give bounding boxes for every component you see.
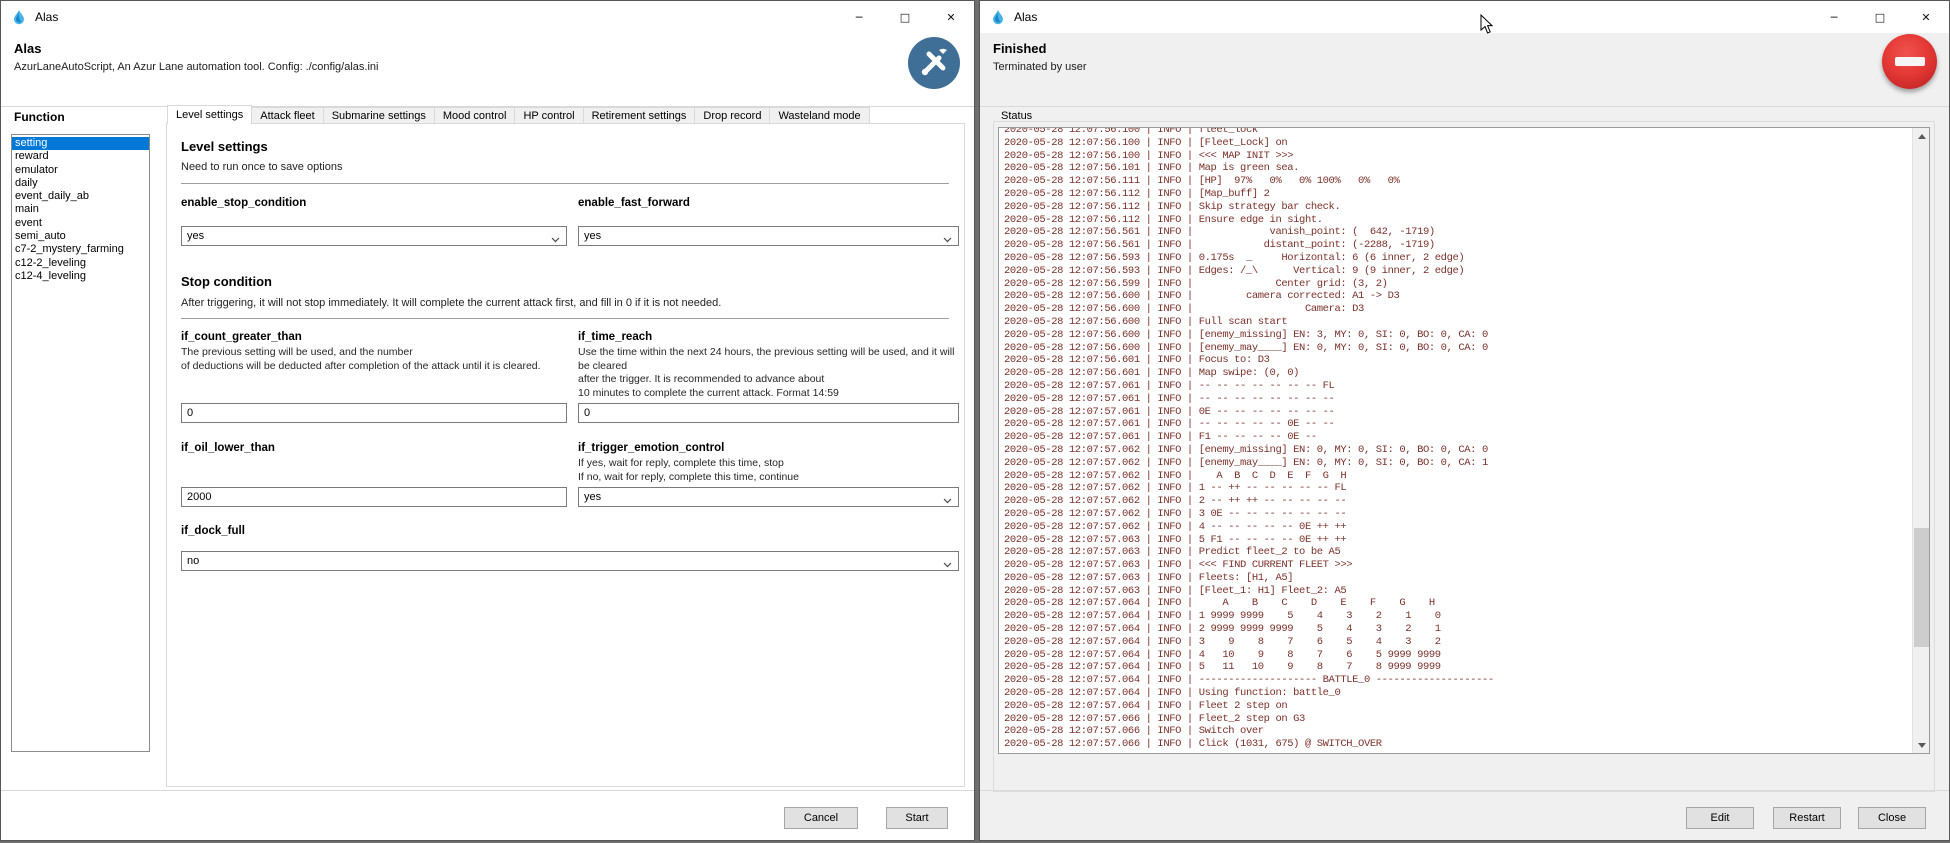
if-trigger-emotion-control-select[interactable]: yes	[578, 487, 959, 507]
section-divider	[181, 183, 949, 184]
tab-7[interactable]: Wasteland mode	[769, 107, 869, 124]
chevron-down-icon	[943, 234, 952, 246]
titlebar[interactable]: Alas ─ □ ✕	[980, 1, 1949, 33]
window-controls: ─ □ ✕	[1811, 1, 1949, 33]
function-list-item-9[interactable]: c12-2_leveling	[12, 257, 149, 270]
function-panel-label: Function	[14, 110, 65, 124]
section-title: Level settings	[181, 139, 268, 154]
close-icon: ✕	[1921, 11, 1930, 24]
maximize-icon: □	[900, 11, 910, 24]
tab-3[interactable]: Mood control	[434, 107, 516, 124]
minimize-icon: ─	[856, 11, 863, 24]
if-count-greater-than-label: if_count_greater_than	[181, 331, 302, 343]
section-note: Need to run once to save options	[181, 161, 342, 173]
window-title: Alas	[35, 10, 58, 24]
function-list-item-4[interactable]: event_daily_ab	[12, 190, 149, 203]
enable-fast-forward-label: enable_fast_forward	[578, 197, 690, 209]
status-log[interactable]: 2020-05-28 12:07:56.100 | INFO | fleet_l…	[1004, 127, 1911, 751]
run-state-subtitle: Terminated by user	[993, 61, 1087, 73]
page-title: Alas	[14, 41, 41, 56]
stop-sign-icon	[1882, 34, 1937, 89]
minimize-button[interactable]: ─	[1811, 1, 1857, 33]
if-dock-full-select[interactable]: no	[181, 551, 959, 571]
window-controls: ─ □ ✕	[836, 1, 974, 33]
scrollbar-thumb[interactable]	[1914, 528, 1929, 647]
enable-stop-condition-label: enable_stop_condition	[181, 197, 306, 209]
tab-6[interactable]: Drop record	[694, 107, 770, 124]
maximize-icon: □	[1875, 11, 1885, 24]
if-trigger-emotion-control-label: if_trigger_emotion_control	[578, 442, 724, 454]
if-trigger-emotion-control-value: yes	[584, 491, 601, 503]
if-count-greater-than-input[interactable]	[181, 403, 567, 423]
scroll-down-icon[interactable]	[1913, 737, 1930, 753]
restart-button[interactable]: Restart	[1773, 807, 1841, 829]
function-list-item-3[interactable]: daily	[12, 177, 149, 190]
function-list-item-0[interactable]: setting	[12, 137, 149, 150]
page-subtitle: AzurLaneAutoScript, An Azur Lane automat…	[14, 61, 378, 73]
tab-1[interactable]: Attack fleet	[251, 107, 323, 124]
stop-condition-divider	[181, 318, 949, 319]
log-scrollbar[interactable]	[1912, 128, 1929, 753]
function-list-item-10[interactable]: c12-4_leveling	[12, 270, 149, 283]
status-log-box[interactable]: 2020-05-28 12:07:56.100 | INFO | fleet_l…	[998, 127, 1930, 754]
alas-droplet-icon	[990, 9, 1006, 25]
if-trigger-emotion-control-description: If yes, wait for reply, complete this ti…	[578, 457, 962, 484]
if-count-greater-than-description: The previous setting will be used, and t…	[181, 346, 583, 373]
if-time-reach-description: Use the time within the next 24 hours, t…	[578, 346, 962, 400]
tab-2[interactable]: Submarine settings	[323, 107, 435, 124]
if-oil-lower-than-label: if_oil_lower_than	[181, 442, 275, 454]
desktop: Alas ─ □ ✕ Alas AzurLaneAutoScript, An A…	[0, 0, 1950, 843]
if-time-reach-input[interactable]	[578, 403, 959, 423]
minimize-button[interactable]: ─	[836, 1, 882, 33]
scroll-up-icon[interactable]	[1913, 128, 1930, 144]
chevron-down-icon	[943, 495, 952, 507]
function-list-item-2[interactable]: emulator	[12, 164, 149, 177]
enable-fast-forward-select[interactable]: yes	[578, 226, 959, 246]
tab-0[interactable]: Level settings	[167, 105, 252, 124]
close-button[interactable]: ✕	[1903, 1, 1949, 33]
alas-config-window: Alas ─ □ ✕ Alas AzurLaneAutoScript, An A…	[0, 0, 975, 841]
enable-stop-condition-select[interactable]: yes	[181, 226, 567, 246]
if-dock-full-label: if_dock_full	[181, 525, 245, 537]
cancel-button[interactable]: Cancel	[784, 807, 858, 829]
close-icon: ✕	[946, 11, 955, 24]
function-list-item-1[interactable]: reward	[12, 150, 149, 163]
start-button[interactable]: Start	[886, 807, 948, 829]
header-divider	[980, 106, 1949, 107]
enable-fast-forward-value: yes	[584, 230, 601, 242]
tab-content-panel	[166, 123, 965, 787]
close-button[interactable]: ✕	[928, 1, 974, 33]
if-dock-full-value: no	[187, 555, 199, 567]
settings-tabbar: Level settingsAttack fleetSubmarine sett…	[167, 105, 869, 124]
stop-condition-heading: Stop condition	[181, 274, 272, 289]
maximize-button[interactable]: □	[1857, 1, 1903, 33]
tab-5[interactable]: Retirement settings	[583, 107, 696, 124]
titlebar[interactable]: Alas ─ □ ✕	[1, 1, 974, 33]
function-list-item-7[interactable]: semi_auto	[12, 230, 149, 243]
footer-divider	[1, 790, 974, 791]
if-time-reach-label: if_time_reach	[578, 331, 652, 343]
function-list[interactable]: settingrewardemulatordailyevent_daily_ab…	[11, 134, 150, 752]
mouse-cursor	[1480, 14, 1493, 39]
tools-wrench-icon	[908, 37, 960, 89]
stop-condition-note: After triggering, it will not stop immed…	[181, 297, 721, 309]
function-list-item-5[interactable]: main	[12, 203, 149, 216]
enable-stop-condition-value: yes	[187, 230, 204, 242]
footer-divider	[980, 790, 1949, 791]
stop-sign-bar	[1895, 57, 1925, 66]
chevron-down-icon	[943, 559, 952, 571]
alas-droplet-icon	[11, 9, 27, 25]
alas-log-window: Alas ─ □ ✕ Finished Terminated by user S…	[979, 0, 1950, 841]
if-oil-lower-than-input[interactable]	[181, 487, 567, 507]
edit-button[interactable]: Edit	[1686, 807, 1754, 829]
close-dialog-button[interactable]: Close	[1858, 807, 1926, 829]
tab-4[interactable]: HP control	[514, 107, 583, 124]
function-list-item-8[interactable]: c7-2_mystery_farming	[12, 243, 149, 256]
chevron-down-icon	[551, 234, 560, 246]
window-title: Alas	[1014, 10, 1037, 24]
function-list-item-6[interactable]: event	[12, 217, 149, 230]
maximize-button[interactable]: □	[882, 1, 928, 33]
run-state-title: Finished	[993, 41, 1046, 56]
minimize-icon: ─	[1831, 11, 1838, 24]
